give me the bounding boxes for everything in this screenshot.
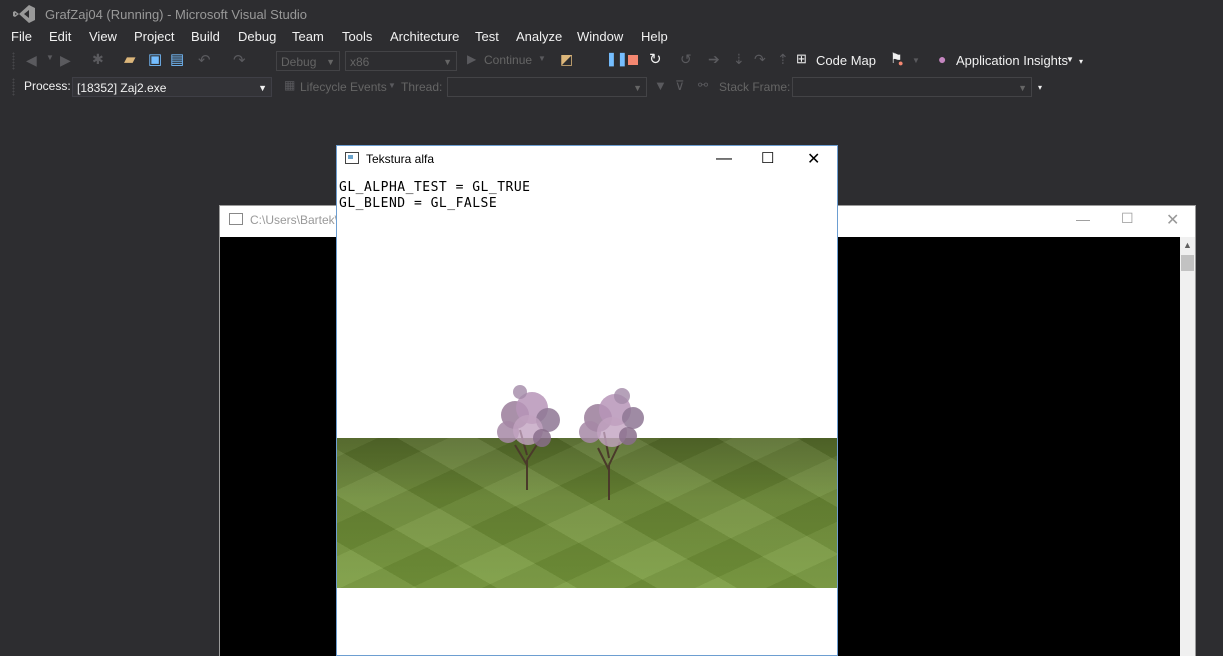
gl-close-icon[interactable]: ✕: [807, 149, 820, 169]
menu-view[interactable]: View: [89, 29, 117, 44]
solution-configuration-select[interactable]: Debug ▼: [276, 51, 340, 71]
visual-studio-logo-icon: [13, 5, 35, 23]
menu-debug[interactable]: Debug: [238, 29, 276, 44]
stop-debugging-icon[interactable]: [628, 55, 638, 65]
break-all-pause-icon[interactable]: ❚❚: [606, 51, 628, 67]
save-all-icon[interactable]: ▤: [170, 50, 184, 68]
lightbulb-icon: ●: [938, 51, 947, 67]
console-minimize-icon[interactable]: —: [1076, 211, 1090, 227]
step-back-icon[interactable]: ⇡: [777, 51, 789, 68]
process-label: Process:: [24, 79, 71, 93]
menu-edit[interactable]: Edit: [49, 29, 71, 44]
menu-help[interactable]: Help: [641, 29, 668, 44]
menu-bar: File Edit View Project Build Debug Team …: [0, 28, 1223, 48]
menu-team[interactable]: Team: [292, 29, 324, 44]
scrollbar-thumb[interactable]: [1181, 255, 1194, 271]
chevron-down-icon[interactable]: ▼: [912, 56, 920, 65]
tree-left: [497, 385, 560, 490]
step-over-icon[interactable]: ⇣: [733, 51, 745, 68]
stack-frame-label: Stack Frame:: [719, 80, 791, 94]
lifecycle-events-button[interactable]: Lifecycle Events: [300, 80, 387, 94]
thread-select[interactable]: ▼: [447, 77, 647, 97]
menu-test[interactable]: Test: [475, 29, 499, 44]
code-map-icon[interactable]: ⊞: [796, 51, 807, 67]
vs-title-bar: GrafZaj04 (Running) - Microsoft Visual S…: [0, 0, 1223, 28]
undo-icon[interactable]: ↶: [198, 51, 211, 69]
gl-window-app-icon: [345, 152, 359, 164]
find-in-files-icon[interactable]: ◩: [560, 51, 573, 68]
filter-icon[interactable]: ▼: [654, 78, 667, 93]
application-insights-button[interactable]: Application Insights: [956, 53, 1068, 68]
filter-clear-icon[interactable]: ⊽: [675, 78, 685, 94]
continue-play-icon[interactable]: ▶: [467, 52, 476, 66]
standard-toolbar: ◀ ▼ ▶ ✱ ▰ ▣ ▤ ↶ ↷ Debug ▼ x86 ▼ ▶ Continue…: [0, 48, 1223, 74]
show-next-statement-icon[interactable]: ↺: [680, 51, 692, 68]
gl-minimize-icon[interactable]: —: [716, 150, 732, 168]
navigate-forward-icon[interactable]: ▶: [60, 52, 71, 69]
solution-platform-select[interactable]: x86 ▼: [345, 51, 457, 71]
chevron-down-icon[interactable]: ▼: [538, 54, 546, 63]
menu-architecture[interactable]: Architecture: [390, 29, 459, 44]
console-close-icon[interactable]: ✕: [1166, 210, 1179, 230]
restart-icon[interactable]: ↻: [649, 50, 662, 68]
gl-alpha-test-status: GL_ALPHA_TEST = GL_TRUE: [339, 180, 531, 195]
console-scrollbar[interactable]: [1180, 237, 1195, 656]
chevron-down-icon[interactable]: ▼: [1066, 55, 1074, 64]
stack-frame-select[interactable]: ▼: [792, 77, 1032, 97]
menu-file[interactable]: File: [11, 29, 32, 44]
gl-maximize-icon[interactable]: ☐: [761, 149, 774, 167]
toolbar-overflow-icon[interactable]: ▾: [1079, 57, 1083, 66]
tree-right: [579, 388, 644, 500]
console-app-icon: [229, 213, 243, 225]
toolbar-grip[interactable]: [12, 52, 15, 70]
gl-blend-status: GL_BLEND = GL_FALSE: [339, 196, 498, 211]
new-project-icon[interactable]: ✱: [92, 51, 104, 68]
step-out-icon[interactable]: ↷: [754, 51, 766, 68]
navigate-back-icon[interactable]: ◀: [26, 52, 37, 69]
console-window-title: C:\Users\Bartek\: [250, 213, 339, 227]
toolbar-overflow-icon[interactable]: ▾: [1038, 83, 1042, 92]
menu-build[interactable]: Build: [191, 29, 220, 44]
redo-icon[interactable]: ↷: [233, 51, 246, 69]
process-select[interactable]: [18352] Zaj2.exe ▼: [72, 77, 272, 97]
chevron-down-icon[interactable]: ▼: [388, 81, 396, 90]
debug-location-toolbar: Process: [18352] Zaj2.exe ▼ ▦ Lifecycle E…: [0, 74, 1223, 100]
step-into-icon[interactable]: ➔: [708, 51, 720, 68]
code-map-button[interactable]: Code Map: [816, 53, 876, 68]
console-maximize-icon[interactable]: ☐: [1121, 210, 1134, 227]
menu-tools[interactable]: Tools: [342, 29, 372, 44]
open-file-icon[interactable]: ▰: [124, 50, 136, 68]
save-icon[interactable]: ▣: [148, 50, 162, 68]
flag-threads-icon[interactable]: ⚯: [698, 78, 708, 92]
exception-badge-icon: ●: [898, 58, 904, 68]
scroll-up-arrow-icon[interactable]: ▲: [1180, 240, 1195, 250]
lifecycle-events-icon[interactable]: ▦: [284, 78, 295, 92]
menu-window[interactable]: Window: [577, 29, 623, 44]
window-title: GrafZaj04 (Running) - Microsoft Visual S…: [45, 7, 308, 22]
continue-button[interactable]: Continue: [484, 53, 532, 67]
thread-label: Thread:: [401, 80, 443, 94]
toolbar-grip[interactable]: [12, 78, 15, 96]
textured-trees: [497, 385, 644, 500]
menu-project[interactable]: Project: [134, 29, 174, 44]
chevron-down-icon[interactable]: ▼: [46, 53, 54, 62]
gl-window-title: Tekstura alfa: [366, 152, 435, 166]
menu-analyze[interactable]: Analyze: [516, 29, 562, 44]
